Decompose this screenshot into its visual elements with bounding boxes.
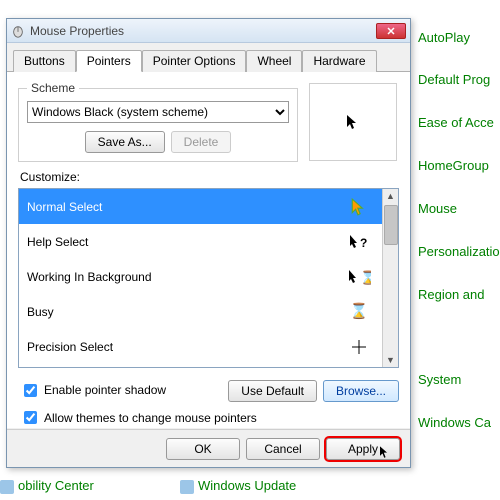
cursor-item[interactable]: Precision Select: [19, 329, 382, 364]
precision-cursor-icon: [351, 339, 367, 355]
cp-link[interactable]: HomeGroup: [418, 158, 489, 173]
allow-themes-checkbox[interactable]: [24, 411, 37, 424]
scheme-group: Scheme Windows Black (system scheme) Sav…: [18, 81, 298, 162]
cursor-item-glyph: [344, 198, 374, 216]
cursor-item-label: Normal Select: [27, 200, 102, 214]
tab-wheel[interactable]: Wheel: [246, 50, 302, 72]
cursor-item[interactable]: Normal Select: [19, 189, 382, 224]
cancel-button[interactable]: Cancel: [246, 438, 320, 460]
cp-link[interactable]: Region and: [418, 287, 485, 302]
apply-button[interactable]: Apply: [326, 438, 400, 460]
help-cursor-icon: ?: [348, 234, 370, 250]
cursor-item[interactable]: Busy ⌛: [19, 294, 382, 329]
cp-link[interactable]: Mouse: [418, 201, 457, 216]
use-default-button[interactable]: Use Default: [228, 380, 317, 402]
arrow-cursor-icon: [350, 198, 368, 216]
allow-themes-row[interactable]: Allow themes to change mouse pointers: [20, 408, 397, 427]
cp-link[interactable]: Default Prog: [418, 72, 490, 87]
cursor-item[interactable]: Working In Background ⌛: [19, 259, 382, 294]
cursor-item-glyph: ⌛: [344, 302, 374, 321]
cp-link[interactable]: obility Center: [0, 478, 94, 494]
mouse-icon: [11, 24, 25, 38]
enable-shadow-row[interactable]: Enable pointer shadow: [20, 381, 226, 400]
ok-button[interactable]: OK: [166, 438, 240, 460]
arrow-cursor-icon: [345, 114, 361, 130]
tab-buttons[interactable]: Buttons: [13, 50, 76, 72]
cursor-item-label: Help Select: [27, 235, 88, 249]
enable-shadow-label: Enable pointer shadow: [44, 383, 166, 397]
cursor-item-glyph: [344, 339, 374, 355]
enable-shadow-checkbox[interactable]: [24, 384, 37, 397]
cursor-item[interactable]: Help Select?: [19, 224, 382, 259]
cursor-preview: [309, 83, 397, 161]
cursor-item-glyph: ?: [344, 234, 374, 250]
scheme-legend: Scheme: [27, 81, 79, 95]
scheme-select[interactable]: Windows Black (system scheme): [27, 101, 289, 123]
busy-cursor-icon: ⌛: [350, 302, 369, 321]
delete-button: Delete: [171, 131, 232, 153]
cp-link[interactable]: Ease of Acce: [418, 115, 494, 130]
cp-item-icon: [180, 480, 194, 494]
tab-pointer-options[interactable]: Pointer Options: [142, 50, 247, 72]
browse-button[interactable]: Browse...: [323, 380, 399, 402]
cp-link[interactable]: AutoPlay: [418, 30, 470, 45]
cursor-item-label: Working In Background: [27, 270, 152, 284]
close-button[interactable]: [376, 23, 406, 39]
working-cursor-icon: ⌛: [347, 269, 371, 285]
cursor-listbox[interactable]: Normal SelectHelp Select?Working In Back…: [18, 188, 399, 368]
tab-strip: ButtonsPointersPointer OptionsWheelHardw…: [7, 43, 410, 72]
titlebar[interactable]: Mouse Properties: [7, 19, 410, 43]
cp-link[interactable]: System: [418, 372, 461, 387]
mouse-properties-window: Mouse Properties ButtonsPointersPointer …: [6, 18, 411, 468]
svg-text:⌛: ⌛: [360, 270, 371, 285]
cp-link[interactable]: Windows Ca: [418, 415, 491, 430]
save-as-button[interactable]: Save As...: [85, 131, 165, 153]
customize-label: Customize:: [20, 170, 399, 184]
pointers-panel: Scheme Windows Black (system scheme) Sav…: [7, 72, 410, 428]
tab-hardware[interactable]: Hardware: [302, 50, 376, 72]
cp-link[interactable]: Personalizatio: [418, 244, 500, 259]
scrollbar[interactable]: ▲ ▼: [382, 189, 398, 367]
allow-themes-label: Allow themes to change mouse pointers: [44, 411, 257, 425]
cursor-item-label: Precision Select: [27, 340, 113, 354]
scroll-down-icon[interactable]: ▼: [384, 353, 398, 367]
svg-text:?: ?: [360, 236, 367, 250]
dialog-footer: OK Cancel Apply: [7, 429, 410, 467]
tab-pointers[interactable]: Pointers: [76, 50, 142, 72]
scroll-thumb[interactable]: [384, 205, 398, 245]
window-title: Mouse Properties: [30, 24, 376, 38]
close-icon: [387, 27, 395, 35]
cp-item-icon: [0, 480, 14, 494]
cursor-item-label: Busy: [27, 305, 54, 319]
cp-link[interactable]: Windows Update: [180, 478, 296, 494]
cursor-item-glyph: ⌛: [344, 269, 374, 285]
scroll-up-icon[interactable]: ▲: [384, 189, 398, 203]
